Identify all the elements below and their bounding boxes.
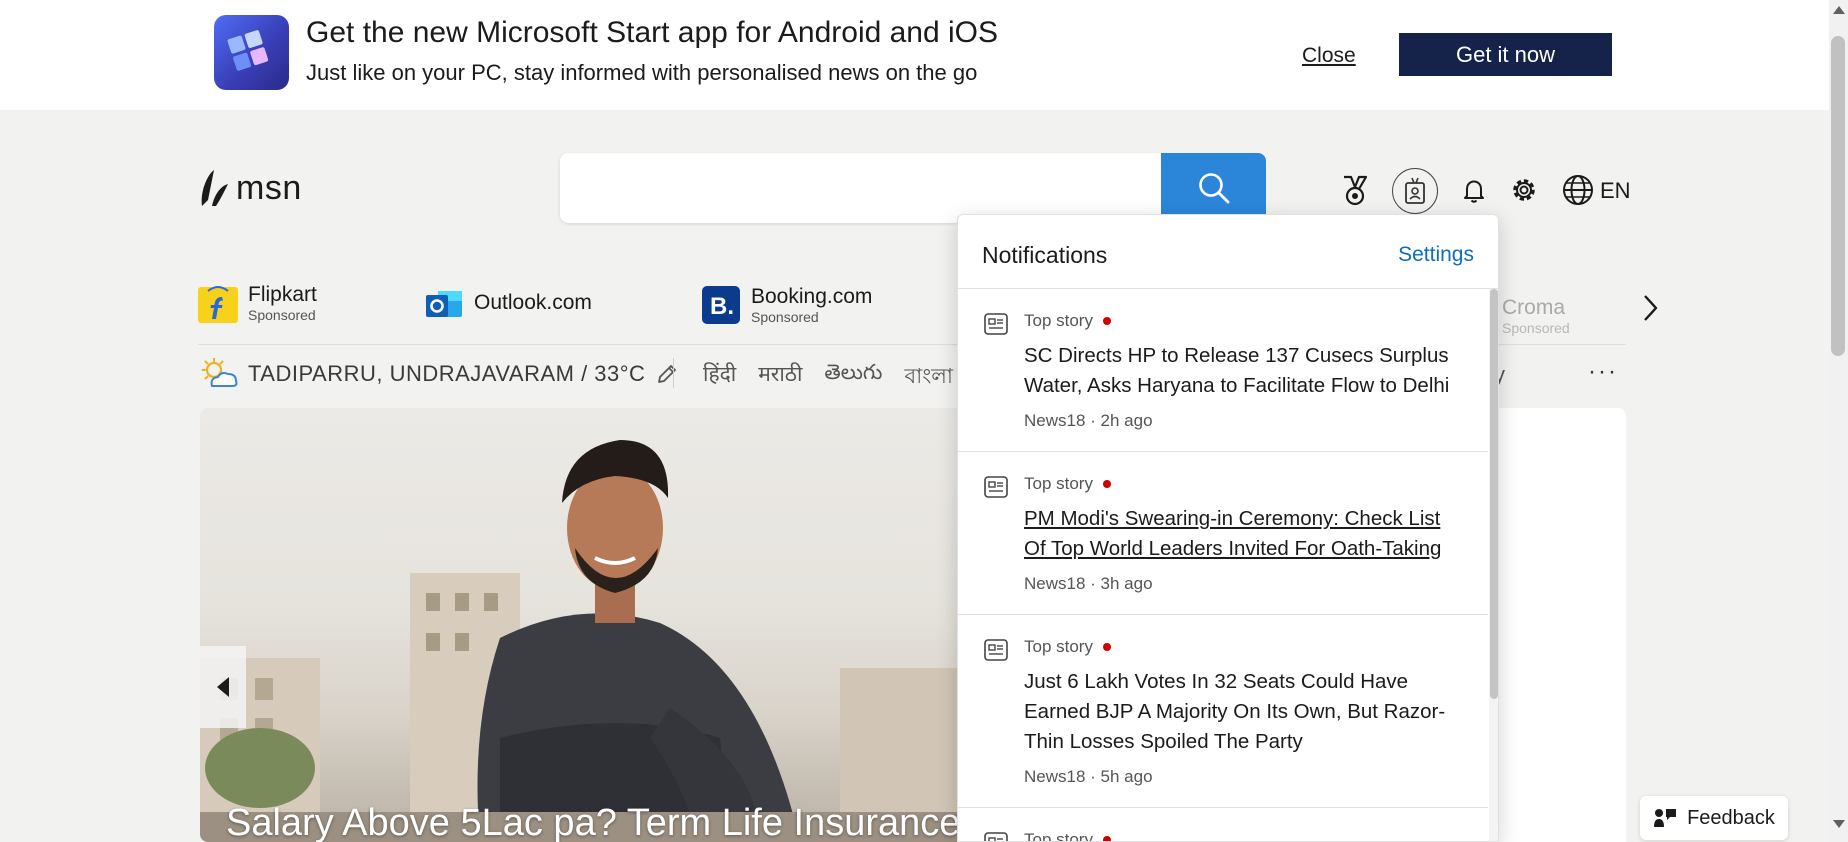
language-link-bengali[interactable]: বাংলা [904,360,953,395]
get-app-button[interactable]: Get it now [1399,33,1612,76]
bell-icon[interactable] [1462,178,1486,209]
notification-meta: News18 · 2h ago [1024,411,1153,430]
flipkart-icon [198,286,238,323]
notification-category: Top story [1024,311,1093,330]
shortcut-label: Outlook.com [474,291,592,314]
hero-image: Salary Above 5Lac pa? Term Life Insuranc… [200,408,960,842]
svg-text:B.: B. [710,293,734,320]
language-links: हिंदी मराठी తెలుగు বাংলা [703,360,975,395]
notifications-panel: Notifications Settings Top story SC Dire… [957,214,1499,842]
notifications-settings-link[interactable]: Settings [1398,243,1474,267]
shortcut-booking[interactable]: B. Booking.com Sponsored [701,285,872,325]
msn-butterfly-icon [201,170,228,206]
shortcut-label: Flipkart [248,283,317,306]
scroll-up-arrow-icon[interactable] [1833,6,1845,14]
notification-headline[interactable]: SC Directs HP to Release 137 Cusecs Surp… [1024,341,1460,401]
booking-icon: B. [702,286,740,324]
notification-item[interactable]: Top story [958,808,1488,842]
profile-icon[interactable] [1392,168,1438,214]
more-options-button[interactable]: ··· [1588,358,1618,386]
notifications-title: Notifications [982,242,1108,268]
gear-icon[interactable] [1510,176,1538,209]
notification-headline[interactable]: PM Modi's Swearing-in Ceremony: Check Li… [1024,504,1460,564]
rewards-icon[interactable] [1341,175,1369,212]
shortcut-croma[interactable]: Croma Sponsored [1502,296,1570,336]
notification-category: Top story [1024,637,1093,656]
unread-dot [1102,836,1111,841]
hero-caption[interactable]: Salary Above 5Lac pa? Term Life Insuranc… [226,802,960,842]
notifications-scroll-thumb[interactable] [1490,289,1498,699]
promo-subtitle: Just like on your PC, stay informed with… [306,60,978,85]
weather-location-text: TADIPARRU, UNDRAJAVARAM / 33°C [248,361,646,386]
edit-pencil-icon[interactable] [655,362,679,386]
side-card-lower[interactable] [1500,815,1626,842]
weather-location[interactable]: TADIPARRU, UNDRAJAVARAM / 33°C [200,358,679,390]
notification-category: Top story [1024,830,1093,842]
shortcut-label: Croma [1502,296,1566,319]
search-input[interactable] [560,153,1165,223]
promo-close-link[interactable]: Close [1302,44,1356,68]
language-link-telugu[interactable]: తెలుగు [824,360,882,395]
language-link-hindi[interactable]: हिंदी [703,360,736,395]
search-icon [1198,173,1229,204]
row-divider [673,358,674,388]
notifications-header: Notifications Settings [958,215,1498,289]
language-link-marathi[interactable]: मराठी [758,360,802,395]
msn-wordmark: msn [236,168,302,207]
search-button[interactable] [1161,153,1266,223]
feedback-icon [1654,809,1677,827]
sponsored-label: Sponsored [1502,320,1570,336]
shortcut-flipkart[interactable]: Flipkart Sponsored [198,283,317,323]
unread-dot [1102,480,1111,488]
notification-headline[interactable]: Just 6 Lakh Votes In 32 Seats Could Have… [1024,667,1460,757]
unread-dot [1102,643,1111,651]
notification-meta: News18 · 3h ago [1024,574,1153,593]
notification-item[interactable]: Top story SC Directs HP to Release 137 C… [958,289,1488,452]
news-icon [984,313,1008,335]
notification-category: Top story [1024,474,1093,493]
shortcuts-next-chevron-icon[interactable] [1640,293,1660,328]
scroll-down-arrow-icon[interactable] [1833,820,1845,828]
promo-title: Get the new Microsoft Start app for Andr… [306,16,999,49]
app-promo-banner: Get the new Microsoft Start app for Andr… [0,0,1829,110]
side-card[interactable] [1500,408,1626,792]
partly-sunny-icon [201,358,238,387]
hero-previous-button[interactable] [200,646,246,728]
sponsored-label: Sponsored [248,307,316,323]
chevron-left-icon [217,677,229,697]
news-icon [984,639,1008,661]
shortcut-outlook[interactable]: Outlook.com [424,285,592,325]
notification-item[interactable]: Top story Just 6 Lakh Votes In 32 Seats … [958,615,1488,808]
globe-icon[interactable] [1562,174,1594,211]
feedback-label: Feedback [1687,806,1775,829]
shortcut-label: Booking.com [751,285,873,308]
feedback-button[interactable]: Feedback [1640,796,1788,840]
news-icon [984,832,1008,841]
notification-meta: News18 · 5h ago [1024,767,1153,786]
language-selector[interactable]: EN [1600,178,1631,204]
page-scroll-thumb[interactable] [1831,36,1845,356]
notifications-list: Top story SC Directs HP to Release 137 C… [958,289,1488,842]
msn-logo[interactable]: msn [198,166,302,210]
news-icon [984,476,1008,498]
sponsored-label: Sponsored [751,309,819,325]
microsoft-start-logo-icon [214,15,289,90]
outlook-icon [426,291,462,317]
unread-dot [1102,317,1111,325]
notification-item[interactable]: Top story PM Modi's Swearing-in Ceremony… [958,452,1488,615]
